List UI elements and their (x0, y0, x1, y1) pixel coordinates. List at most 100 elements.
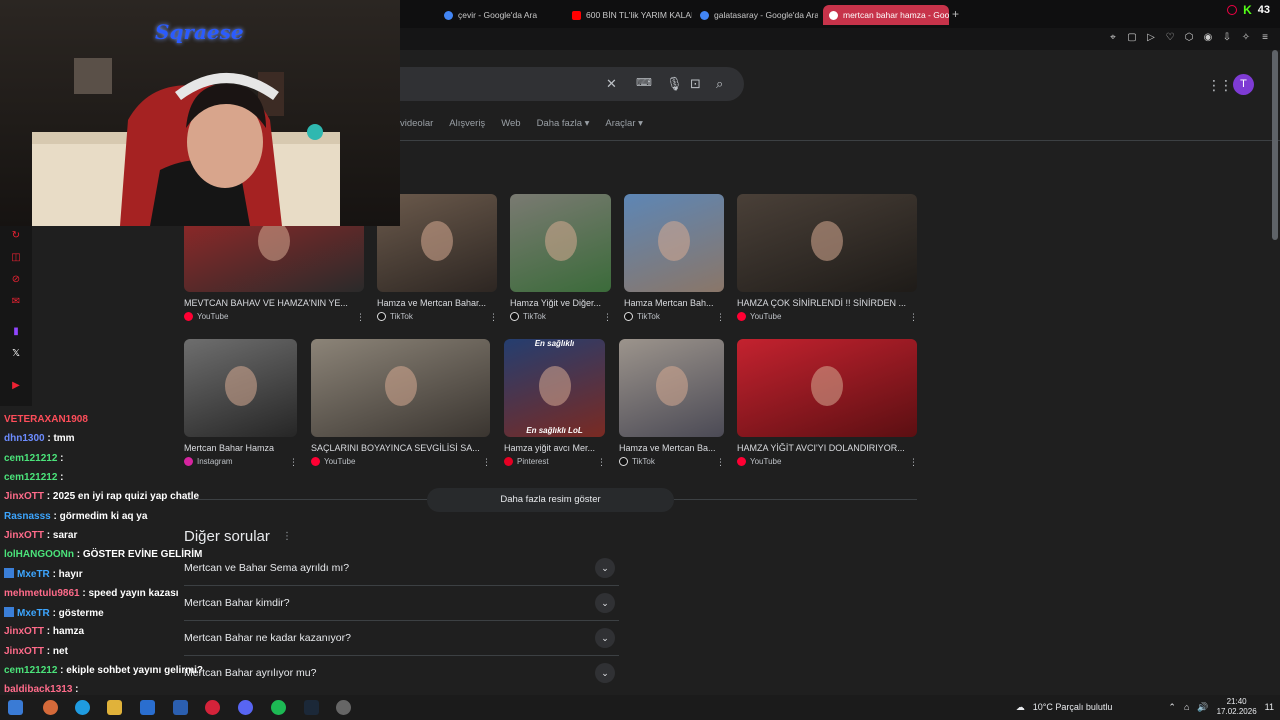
nav-web[interactable]: Web (501, 118, 520, 129)
x-icon[interactable]: 𝕏 (10, 348, 22, 359)
more-images-button[interactable]: Daha fazla resim göster (427, 488, 674, 512)
scrollbar[interactable] (1272, 50, 1278, 240)
more-options-icon[interactable]: ⋮ (597, 457, 606, 468)
chat-username[interactable]: cem121212 (4, 665, 57, 676)
paa-question[interactable]: Mertcan Bahar kimdir? ⌄ (184, 586, 619, 621)
image-title[interactable]: Hamza Yiğit ve Diğer... (510, 298, 611, 308)
opera-icon[interactable] (205, 700, 220, 715)
lens-icon[interactable]: ⊡ (690, 76, 701, 92)
image-source[interactable]: TikTok (510, 312, 546, 321)
nav-videos[interactable]: videolar (400, 118, 433, 129)
app-icon[interactable] (43, 700, 58, 715)
folder-icon[interactable] (107, 700, 122, 715)
image-thumbnail[interactable]: En sağlıklı En sağlıklı LoL (504, 339, 605, 437)
mail-icon[interactable] (173, 700, 188, 715)
image-thumbnail[interactable] (737, 194, 917, 292)
chat-username[interactable]: baldiback1313 (4, 684, 72, 695)
new-tab-button[interactable]: + (952, 7, 959, 21)
youtube-icon[interactable]: ▶ (10, 380, 22, 391)
image-source[interactable]: YouTube (311, 457, 355, 466)
chat-username[interactable]: mehmetulu9861 (4, 588, 80, 599)
spotify-icon[interactable] (271, 700, 286, 715)
image-source[interactable]: YouTube (184, 312, 228, 321)
ai-icon[interactable]: ✧ (1241, 32, 1251, 43)
paa-question[interactable]: Mertcan ve Bahar Sema ayrıldı mı? ⌄ (184, 551, 619, 586)
image-thumbnail[interactable] (510, 194, 611, 292)
clear-icon[interactable]: ✕ (606, 76, 617, 92)
chat-username[interactable]: Rasnasss (4, 511, 51, 522)
search-input[interactable]: ✕ ⌨ 🎙 ⊡ ⌕ (360, 67, 744, 101)
chat-username[interactable]: VETERAXAN1908 (4, 414, 88, 425)
download-icon[interactable]: ⇩ (1222, 32, 1232, 43)
menu-icon[interactable]: ≡ (1260, 32, 1270, 43)
image-thumbnail[interactable] (619, 339, 724, 437)
chat-username[interactable]: JinxOTT (4, 530, 44, 541)
image-title[interactable]: Hamza ve Mertcan Ba... (619, 443, 724, 453)
chevron-up-icon[interactable]: ⌃ (1168, 702, 1176, 713)
more-options-icon[interactable]: ⋮ (482, 457, 491, 468)
image-thumbnail[interactable] (624, 194, 724, 292)
avatar[interactable]: T (1233, 74, 1254, 95)
image-thumbnail[interactable] (311, 339, 490, 437)
chevron-down-icon[interactable]: ⌄ (595, 558, 615, 578)
image-title[interactable]: HAMZA ÇOK SİNİRLENDİ !! SİNİRDEN ... (737, 298, 917, 308)
notifications-badge[interactable]: 11 (1265, 702, 1274, 712)
chat-username[interactable]: JinxOTT (4, 646, 44, 657)
more-options-icon[interactable]: ⋮ (289, 457, 298, 468)
image-thumbnail[interactable] (737, 339, 917, 437)
refresh-icon[interactable]: ↻ (10, 230, 22, 241)
mic-icon[interactable]: 🎙 (666, 76, 683, 92)
tab-active[interactable]: mertcan bahar hamza - Google'da Ara (823, 5, 949, 25)
tab-1[interactable]: çevir - Google'da Ara (444, 5, 570, 25)
steam-icon[interactable] (304, 700, 319, 715)
chat-username[interactable]: MxeTR (17, 608, 50, 619)
nav-more[interactable]: Daha fazla ▾ (537, 118, 590, 129)
chat-username[interactable]: JinxOTT (4, 626, 44, 637)
heart-icon[interactable]: ♡ (1165, 32, 1175, 43)
extensions-icon[interactable]: ⬡ (1184, 32, 1194, 43)
pin-icon[interactable]: ⌖ (1108, 32, 1118, 43)
more-options-icon[interactable]: ⋮ (716, 312, 725, 323)
discord-icon[interactable] (238, 700, 253, 715)
twitch-icon[interactable]: ▮ (10, 326, 22, 337)
chat-username[interactable]: lolHANGOONn (4, 549, 74, 560)
image-title[interactable]: HAMZA YİĞİT AVCI'YI DOLANDIRIYOR... (737, 443, 917, 453)
reader-icon[interactable]: ▢ (1127, 32, 1137, 43)
weather-text[interactable]: 10°C Parçalı bulutlu (1033, 702, 1113, 712)
image-source[interactable]: TikTok (624, 312, 660, 321)
chevron-down-icon[interactable]: ⌄ (595, 593, 615, 613)
chat-username[interactable]: dhn1300 (4, 433, 45, 444)
profile-icon[interactable]: ◉ (1203, 32, 1213, 43)
image-source[interactable]: TikTok (377, 312, 413, 321)
image-title[interactable]: Hamza Mertcan Bah... (624, 298, 724, 308)
keyboard-icon[interactable]: ⌨ (636, 76, 652, 89)
tab-3[interactable]: galatasaray - Google'da Ara (700, 5, 818, 25)
nav-tools[interactable]: Araçlar ▾ (605, 118, 643, 129)
link-icon[interactable]: ⊘ (10, 274, 22, 285)
chat-username[interactable]: JinxOTT (4, 491, 44, 502)
image-title[interactable]: Hamza yiğit avcı Mer... (504, 443, 605, 453)
more-options-icon[interactable]: ⋮ (282, 531, 292, 542)
chat-username[interactable]: MxeTR (17, 569, 50, 580)
bag-icon[interactable]: ◫ (10, 252, 22, 263)
more-options-icon[interactable]: ⋮ (603, 312, 612, 323)
start-icon[interactable] (8, 700, 23, 715)
store-icon[interactable] (140, 700, 155, 715)
play-icon[interactable]: ▷ (1146, 32, 1156, 43)
chevron-down-icon[interactable]: ⌄ (595, 628, 615, 648)
more-options-icon[interactable]: ⋮ (909, 457, 918, 468)
search-icon[interactable]: ⌕ (716, 76, 723, 92)
obs-icon[interactable] (336, 700, 351, 715)
more-options-icon[interactable]: ⋮ (489, 312, 498, 323)
image-title[interactable]: Hamza ve Mertcan Bahar... (377, 298, 497, 308)
image-title[interactable]: SAÇLARINI BOYAYINCA SEVGİLİSİ SA... (311, 443, 490, 453)
image-source[interactable]: YouTube (737, 312, 781, 321)
edge-icon[interactable] (75, 700, 90, 715)
paa-question[interactable]: Mertcan Bahar ne kadar kazanıyor? ⌄ (184, 621, 619, 656)
more-options-icon[interactable]: ⋮ (356, 312, 365, 323)
image-title[interactable]: MEVTCAN BAHAV VE HAMZA'NIN YE... (184, 298, 364, 308)
mail-icon[interactable]: ✉ (10, 296, 22, 307)
image-source[interactable]: TikTok (619, 457, 655, 466)
chat-username[interactable]: cem121212 (4, 472, 57, 483)
tab-2[interactable]: 600 BİN TL'lik YARIM KALAN (572, 5, 692, 25)
